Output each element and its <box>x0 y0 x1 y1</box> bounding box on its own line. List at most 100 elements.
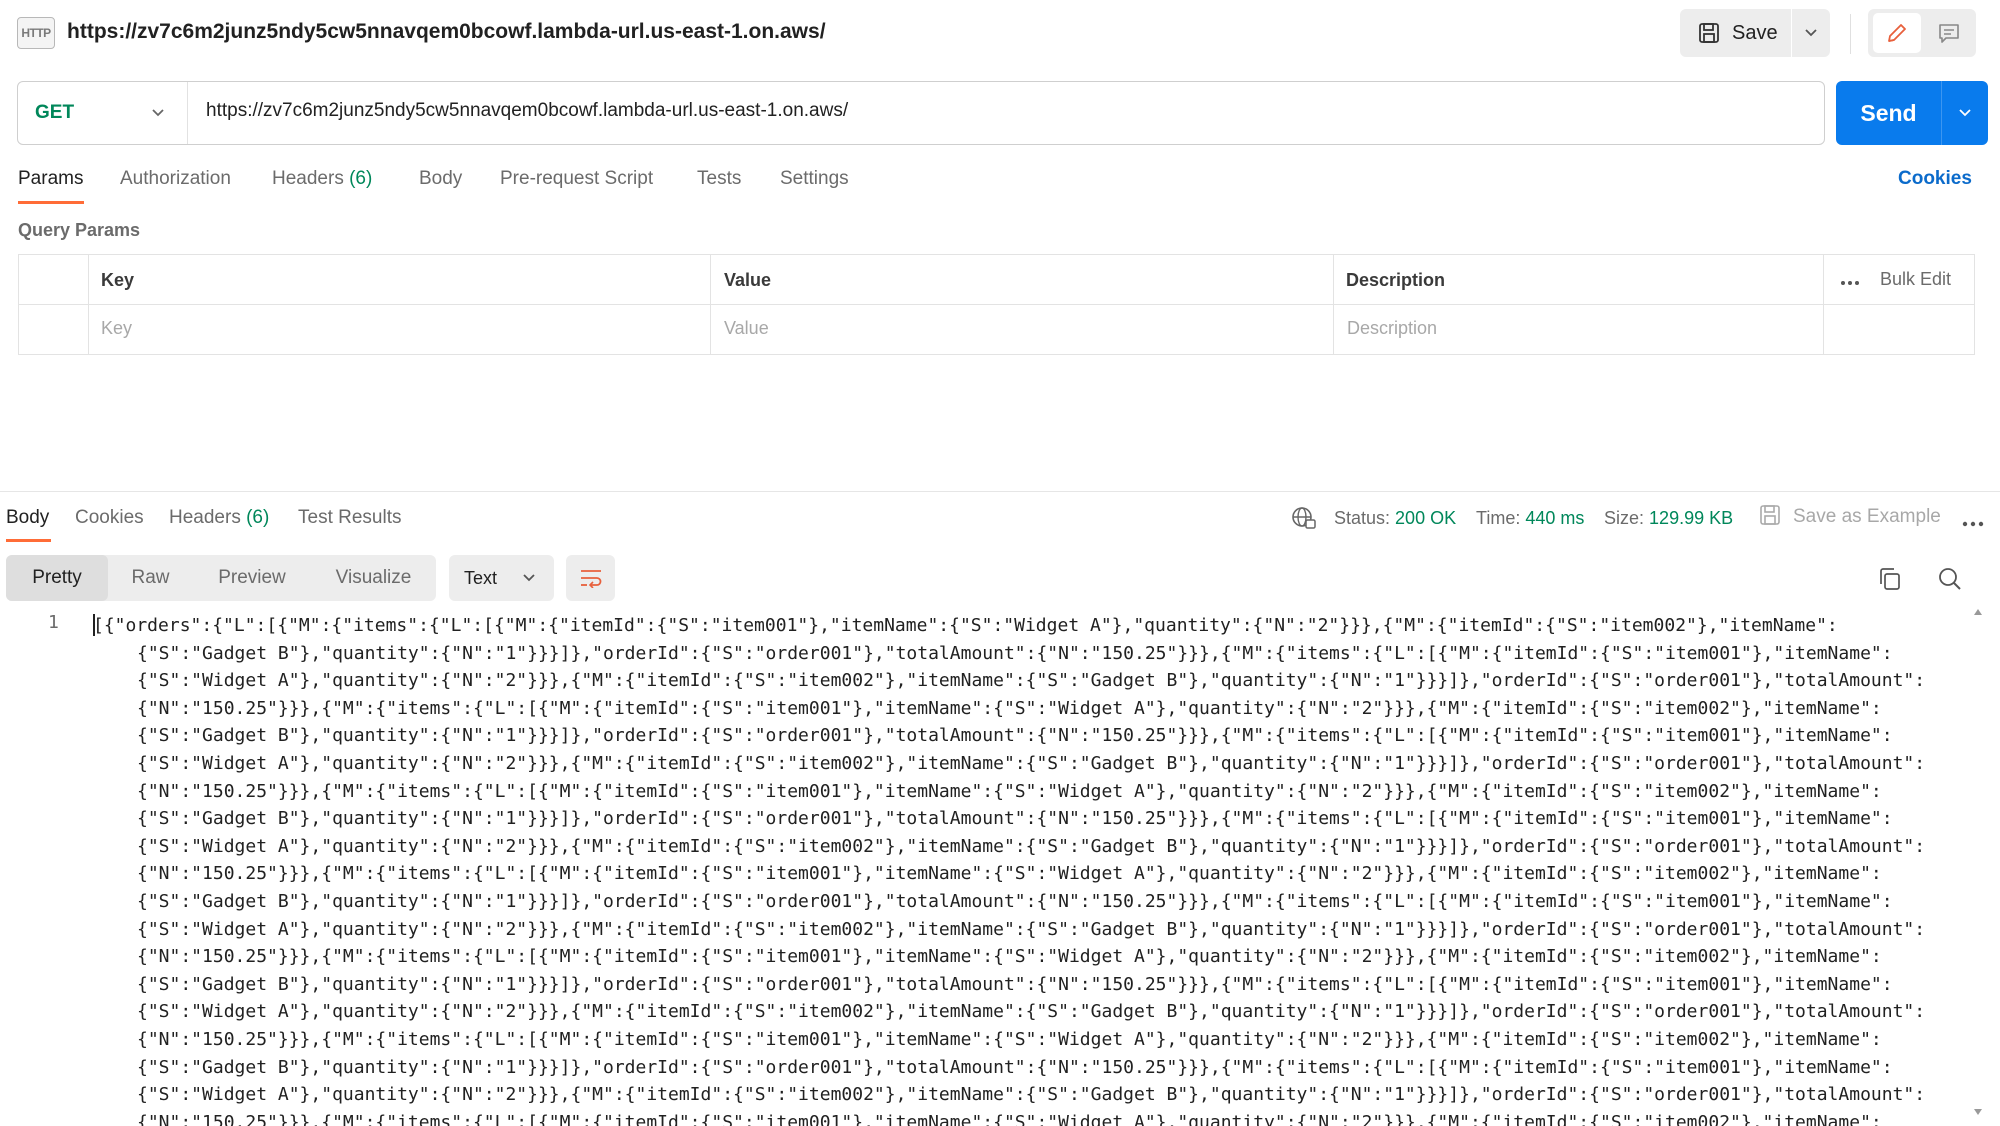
line-number: 1 <box>48 612 59 633</box>
view-visualize[interactable]: Visualize <box>311 555 436 601</box>
code-line: {"S":"Widget A"},"quantity":{"N":"2"}}},… <box>137 670 1926 692</box>
floppy-disk-icon <box>1699 23 1719 43</box>
code-line: {"N":"150.25"}}},{"M":{"items":{"L":[{"M… <box>137 946 1882 968</box>
format-label: Text <box>464 567 498 588</box>
vertical-scrollbar[interactable] <box>1974 608 1982 1126</box>
method-divider <box>187 82 188 144</box>
code-line: {"N":"150.25"}}},{"M":{"items":{"L":[{"M… <box>137 780 1882 802</box>
code-line: {"N":"150.25"}}},{"M":{"items":{"L":[{"M… <box>137 1028 1882 1050</box>
tab-headers-label: Headers <box>272 168 344 189</box>
tab-pre-request-script[interactable]: Pre-request Script <box>500 168 653 190</box>
response-tab-test-results[interactable]: Test Results <box>298 507 401 529</box>
network-info-button[interactable] <box>1291 506 1317 535</box>
code-line: [{"orders":{"L":[{"M":{"items":{"L":[{"M… <box>93 615 1838 636</box>
code-line: {"N":"150.25"}}},{"M":{"items":{"L":[{"M… <box>137 863 1882 885</box>
save-example-icon <box>1759 504 1781 531</box>
code-line: {"S":"Widget A"},"quantity":{"N":"2"}}},… <box>137 1084 1926 1106</box>
table-column-divider <box>88 254 89 355</box>
response-headers-count: (6) <box>246 507 270 528</box>
param-key-input[interactable]: Key <box>101 318 132 339</box>
code-line: {"S":"Widget A"},"quantity":{"N":"2"}}},… <box>137 835 1926 857</box>
time-value: 440 ms <box>1525 508 1585 528</box>
code-line: {"N":"150.25"}}},{"M":{"items":{"L":[{"M… <box>137 697 1882 719</box>
toolbar-divider <box>1850 14 1851 54</box>
save-button[interactable]: Save <box>1680 9 1790 57</box>
save-label: Save <box>1732 21 1778 44</box>
response-body-editor[interactable]: [{"orders":{"L":[{"M":{"items":{"L":[{"M… <box>93 612 1973 1126</box>
chevron-down-icon <box>1959 109 1971 117</box>
url-input[interactable]: https://zv7c6m2junz5ndy5cw5nnavqem0bcowf… <box>206 100 848 122</box>
method-select[interactable]: GET <box>17 81 187 145</box>
copy-button[interactable] <box>1873 562 1907 596</box>
size-info[interactable]: Size: 129.99 KB <box>1604 508 1733 529</box>
chevron-down-icon <box>152 109 164 117</box>
more-options-button[interactable] <box>1840 270 1860 291</box>
chevron-down-icon <box>523 574 535 582</box>
method-label: GET <box>35 102 75 123</box>
scroll-down-arrow[interactable] <box>1974 1108 1982 1120</box>
tab-authorization[interactable]: Authorization <box>120 168 231 190</box>
globe-icon <box>1292 507 1316 529</box>
status-info[interactable]: Status: 200 OK <box>1334 508 1456 529</box>
status-value: 200 OK <box>1395 508 1457 528</box>
view-preview[interactable]: Preview <box>193 555 311 601</box>
code-line: {"S":"Gadget B"},"quantity":{"N":"1"}}}]… <box>137 642 1893 664</box>
active-response-tab-indicator <box>6 539 51 542</box>
comment-mode-button[interactable] <box>1925 13 1973 53</box>
time-info[interactable]: Time: 440 ms <box>1476 508 1584 529</box>
query-params-title: Query Params <box>18 220 141 240</box>
code-line: {"S":"Gadget B"},"quantity":{"N":"1"}}}]… <box>137 1056 1893 1078</box>
wrap-lines-icon <box>580 570 601 588</box>
code-line: {"S":"Widget A"},"quantity":{"N":"2"}}},… <box>137 752 1926 774</box>
save-options-button[interactable] <box>1792 9 1830 57</box>
response-tab-headers[interactable]: Headers (6) <box>169 507 269 529</box>
more-horizontal-icon <box>1841 281 1859 285</box>
save-as-example-button[interactable]: Save as Example <box>1793 506 1941 528</box>
time-label: Time: <box>1476 508 1521 528</box>
table-divider <box>18 304 1975 305</box>
pane-divider[interactable] <box>0 491 2000 492</box>
column-header-key: Key <box>101 270 135 290</box>
wrap-lines-button[interactable] <box>566 555 615 601</box>
response-headers-label: Headers <box>169 507 241 528</box>
table-column-divider <box>710 254 711 355</box>
code-line: {"N":"150.25"}}},{"M":{"items":{"L":[{"M… <box>137 1111 1882 1126</box>
send-options-button[interactable] <box>1942 81 1988 145</box>
column-header-description: Description <box>1346 270 1446 290</box>
view-raw[interactable]: Raw <box>108 555 193 601</box>
table-column-divider <box>1823 254 1824 355</box>
code-line: {"S":"Gadget B"},"quantity":{"N":"1"}}}]… <box>137 725 1893 747</box>
search-icon <box>1939 568 1961 590</box>
param-description-input[interactable]: Description <box>1347 318 1437 339</box>
format-select[interactable]: Text <box>449 555 554 601</box>
bulk-edit-button[interactable]: Bulk Edit <box>1880 269 1951 290</box>
copy-icon <box>1880 568 1900 590</box>
response-more-button[interactable] <box>1962 514 1984 532</box>
scroll-up-arrow[interactable] <box>1974 608 1982 620</box>
status-label: Status: <box>1334 508 1391 528</box>
response-tab-body[interactable]: Body <box>6 507 49 529</box>
tab-settings[interactable]: Settings <box>780 168 849 190</box>
code-line: {"S":"Gadget B"},"quantity":{"N":"1"}}}]… <box>137 890 1893 912</box>
tab-params[interactable]: Params <box>18 168 83 190</box>
table-column-divider <box>1333 254 1334 355</box>
edit-mode-button[interactable] <box>1873 13 1921 53</box>
search-button[interactable] <box>1933 562 1967 596</box>
more-horizontal-icon <box>1962 521 1984 527</box>
code-line: {"S":"Widget A"},"quantity":{"N":"2"}}},… <box>137 918 1926 940</box>
cookies-link[interactable]: Cookies <box>1898 168 1972 190</box>
code-line: {"S":"Gadget B"},"quantity":{"N":"1"}}}]… <box>137 973 1893 995</box>
http-icon: HTTP <box>17 17 55 49</box>
tab-body[interactable]: Body <box>419 168 462 190</box>
param-value-input[interactable]: Value <box>724 318 769 339</box>
page-title: https://zv7c6m2junz5ndy5cw5nnavqem0bcowf… <box>67 20 826 43</box>
code-line: {"S":"Gadget B"},"quantity":{"N":"1"}}}]… <box>137 808 1893 830</box>
view-pretty[interactable]: Pretty <box>6 555 108 601</box>
comment-icon <box>1939 24 1959 43</box>
response-tab-cookies[interactable]: Cookies <box>75 507 144 529</box>
code-line: {"S":"Widget A"},"quantity":{"N":"2"}}},… <box>137 1001 1926 1023</box>
tab-tests[interactable]: Tests <box>697 168 741 190</box>
tab-headers[interactable]: Headers (6) <box>272 168 372 190</box>
send-button[interactable]: Send <box>1836 81 1941 145</box>
chevron-down-icon <box>1805 29 1817 37</box>
